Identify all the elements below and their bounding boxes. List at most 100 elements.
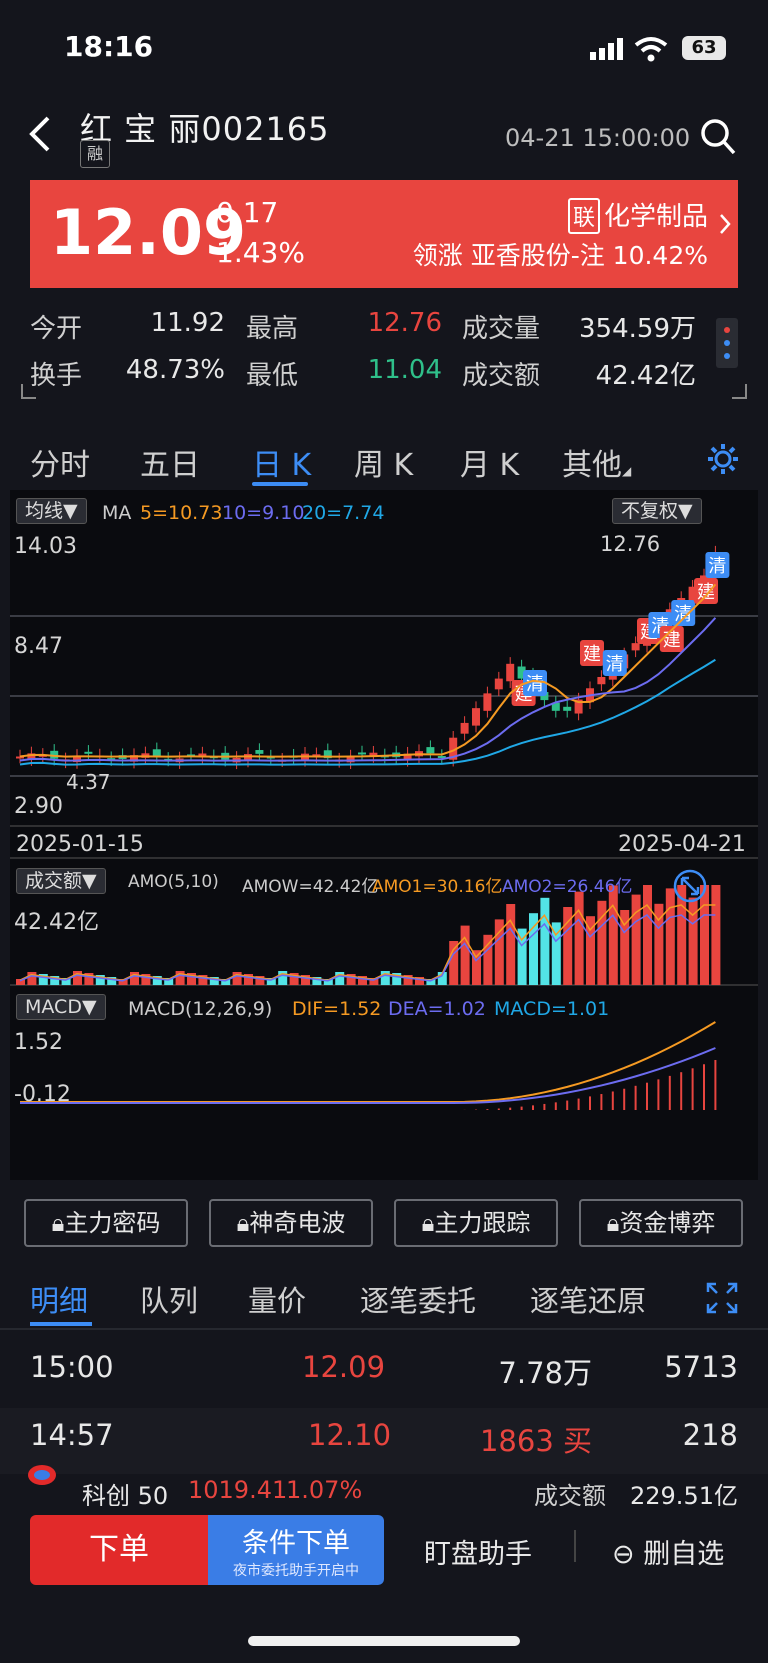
tab-five-day[interactable]: 五日 (140, 440, 200, 484)
candle (437, 749, 446, 764)
signal-tag: 清 (671, 600, 696, 626)
fund-game-button[interactable]: 🔒︎资金博弈 (579, 1199, 743, 1247)
amount-bar (608, 885, 618, 985)
signal-tag: 建 (580, 640, 604, 666)
period-tabs: 分时 五日 日 K 周 K 月 K 其他◢ (0, 430, 768, 490)
main-force-track-button[interactable]: 🔒︎主力跟踪 (394, 1199, 558, 1247)
svg-text:建: 建 (697, 582, 715, 603)
index-ticker[interactable]: 科创 50 1019.41 1.07% 成交额 229.51亿 (0, 1450, 768, 1506)
industry-tag: 联 (567, 198, 600, 234)
index-amount-label: 成交额 (534, 1482, 606, 1506)
tab-intraday[interactable]: 分时 (30, 440, 90, 484)
amo-label: AMO(5,10) (128, 872, 219, 892)
amo2-value: AMO2=26.46亿 (502, 877, 633, 897)
tab-order-by-order[interactable]: 逐笔委托 (360, 1278, 476, 1320)
candlestick-series: 建清建清建清建清建清 (16, 545, 730, 770)
signal-icon (590, 38, 623, 60)
status-bar: 18:16 63 (0, 0, 768, 100)
tab-daily-k[interactable]: 日 K (252, 440, 311, 484)
amount-bar (574, 891, 584, 985)
tab-queue[interactable]: 队列 (140, 1278, 198, 1320)
remove-watchlist-button[interactable]: ⊖ 删自选 (612, 1532, 724, 1571)
y-axis-top: 14.03 (14, 534, 77, 559)
tab-volume-price[interactable]: 量价 (248, 1278, 306, 1320)
ma-label: MA (102, 502, 132, 524)
search-icon[interactable] (700, 118, 736, 156)
turnover-value: 48.73% (125, 355, 225, 385)
candle (494, 671, 503, 697)
dea-line (20, 1047, 716, 1104)
low-value: 11.04 (367, 355, 442, 385)
svg-text:建: 建 (583, 644, 601, 665)
date-start: 2025-01-15 (16, 832, 144, 857)
dif-value: DIF=1.52 (292, 998, 382, 1020)
high-marker: 12.76 (600, 532, 661, 556)
candle (472, 701, 480, 733)
amount-bar (380, 971, 390, 985)
triangle-icon: ◢ (622, 464, 632, 478)
fullscreen-icon[interactable] (706, 1282, 738, 1314)
trade-time: 14:57 (30, 1418, 114, 1452)
tab-monthly-k[interactable]: 月 K (460, 440, 519, 484)
amount-bars (16, 885, 721, 985)
lock-icon: 🔒︎ (421, 1209, 435, 1237)
macd-label: MACD(12,26,9) (128, 998, 273, 1020)
candle (323, 743, 332, 765)
industry-name: 化学制品 (603, 202, 708, 232)
amount-selector[interactable]: 成交额▼ (16, 868, 106, 894)
industry-link[interactable]: 联化学制品 (567, 196, 708, 234)
dif-line (20, 1021, 716, 1103)
remove-label: 删自选 (643, 1539, 725, 1570)
amount-bar (449, 941, 459, 985)
svg-text:清: 清 (606, 654, 624, 675)
ma-selector[interactable]: 均线▼ (16, 498, 87, 524)
macd-selector[interactable]: MACD▼ (16, 994, 106, 1020)
svg-text:清: 清 (526, 674, 544, 695)
main-force-code-button[interactable]: 🔒︎主力密码 (24, 1199, 188, 1247)
lock-icon: 🔒︎ (236, 1209, 250, 1237)
order-button[interactable]: 下单 (30, 1515, 208, 1585)
tab-detail[interactable]: 明细 (30, 1278, 88, 1320)
tab-other-label: 其他 (562, 448, 622, 483)
ma5-value: 5=10.73 (140, 502, 223, 524)
button-label: 主力跟踪 (434, 1209, 531, 1237)
magic-wave-button[interactable]: 🔒︎神奇电波 (209, 1199, 373, 1247)
candle (346, 749, 355, 770)
trade-time: 15:00 (30, 1350, 114, 1384)
lock-icon: 🔒︎ (606, 1209, 620, 1237)
amount-bar (540, 897, 550, 985)
feature-buttons: 🔒︎主力密码 🔒︎神奇电波 🔒︎主力跟踪 🔒︎资金博弈 (0, 1195, 768, 1255)
price-change: 0.17 (216, 196, 279, 229)
tab-trade-replay[interactable]: 逐笔还原 (530, 1278, 646, 1320)
price-banner[interactable]: 12.09 0.17 1.43% 联化学制品 领涨 亚香股份-注 10.42% (30, 180, 738, 288)
watch-assistant-button[interactable]: 盯盘助手 (424, 1532, 532, 1571)
expand-corners-icon[interactable] (20, 382, 748, 402)
amount-bar (460, 925, 470, 985)
trade-count: 218 (682, 1418, 738, 1452)
dea-value: DEA=1.02 (388, 998, 486, 1020)
amount-bar (688, 897, 698, 985)
back-icon[interactable] (26, 114, 54, 154)
expand-icon[interactable] (672, 868, 708, 904)
settings-icon[interactable] (706, 442, 740, 476)
candle (551, 696, 560, 718)
svg-text:清: 清 (708, 556, 726, 577)
more-dots-icon[interactable] (716, 318, 738, 368)
candle (255, 743, 264, 761)
detail-tabs: 明细 队列 量价 逐笔委托 逐笔还原 (0, 1270, 768, 1330)
high-value: 12.76 (367, 308, 442, 338)
bottom-bar: 下单 条件下单 夜市委托助手开启中 盯盘助手 ⊖ 删自选 (0, 1510, 768, 1610)
macd-y-bottom: -0.12 (14, 1082, 71, 1107)
trade-row: 15:00 12.09 7.78万 5713 (0, 1340, 768, 1406)
chart-area[interactable]: 建清建清建清建清建清 均线▼ MA 5=10.73 10=9.10 20=7.7… (10, 490, 758, 1180)
candle (563, 700, 572, 718)
index-amount: 229.51亿 (630, 1482, 738, 1506)
tab-weekly-k[interactable]: 周 K (354, 440, 413, 484)
candle (187, 747, 195, 762)
conditional-order-button[interactable]: 条件下单 夜市委托助手开启中 (208, 1515, 384, 1585)
index-pct: 1.07% (286, 1476, 363, 1504)
candle (358, 745, 366, 761)
tab-other[interactable]: 其他◢ (562, 440, 631, 484)
adjust-selector[interactable]: 不复权▼ (612, 498, 702, 524)
low-marker: 4.37 (66, 770, 111, 794)
